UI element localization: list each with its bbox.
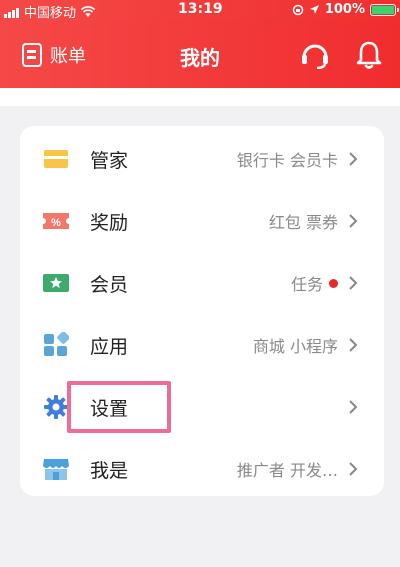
- menu-label: 管家: [90, 149, 129, 172]
- apps-grid-icon: [42, 332, 70, 358]
- menu-detail: 银行卡 会员卡: [236, 151, 338, 170]
- battery-percent: 100%: [324, 2, 365, 17]
- header-divider: [0, 88, 400, 106]
- menu-detail: 推广者 开发…: [236, 461, 338, 480]
- menu-item-rewards[interactable]: % 奖励 红包 票券: [20, 190, 384, 252]
- notification-dot: [329, 278, 338, 288]
- menu-label: 会员: [90, 273, 129, 296]
- chevron-right-icon: [349, 214, 358, 228]
- status-left: 中国移动: [4, 2, 96, 21]
- menu-label: 我是: [90, 459, 129, 482]
- svg-text:%: %: [51, 217, 61, 229]
- menu-item-member[interactable]: 会员 任务: [20, 252, 384, 314]
- status-time: 13:19: [178, 1, 223, 17]
- battery-icon: [370, 3, 399, 16]
- chevron-right-icon: [349, 400, 358, 414]
- status-bar: 中国移动 13:19 100%: [0, 0, 400, 21]
- headset-icon[interactable]: [300, 41, 330, 69]
- menu-item-i-am[interactable]: 我是 推广者 开发…: [20, 438, 384, 500]
- top-header: 账单 我的: [0, 20, 400, 88]
- menu-label: 应用: [90, 335, 129, 358]
- annotation-highlight-box: [67, 381, 171, 433]
- menu-detail-wrap: 任务: [291, 271, 338, 295]
- chevron-right-icon: [349, 276, 358, 290]
- chevron-right-icon: [349, 338, 358, 352]
- member-star-icon: [42, 270, 70, 296]
- signal-icon: [4, 6, 19, 18]
- menu-item-apps[interactable]: 应用 商城 小程序: [20, 314, 384, 376]
- menu-card: 管家 银行卡 会员卡 % 奖励 红包 票券 会员 任务 应用 商城 小程序 设置…: [20, 126, 384, 496]
- status-right: 100%: [292, 2, 399, 17]
- menu-label: 奖励: [90, 211, 129, 234]
- rotation-lock-icon: [292, 4, 304, 15]
- store-icon: [42, 456, 70, 482]
- gear-icon: [42, 394, 70, 420]
- carrier-name: 中国移动: [24, 6, 77, 21]
- location-icon: [309, 5, 319, 14]
- wifi-icon: [81, 5, 96, 17]
- bell-icon[interactable]: [356, 40, 382, 70]
- chevron-right-icon: [349, 462, 358, 476]
- menu-detail: 商城 小程序: [252, 337, 338, 356]
- menu-item-butler[interactable]: 管家 银行卡 会员卡: [20, 128, 384, 190]
- page-title: 我的: [180, 46, 220, 70]
- menu-detail: 任务: [290, 275, 323, 294]
- coupon-icon: %: [42, 208, 70, 234]
- chevron-right-icon: [349, 152, 358, 166]
- wallet-icon: [42, 146, 70, 172]
- menu-detail: 红包 票券: [268, 213, 338, 232]
